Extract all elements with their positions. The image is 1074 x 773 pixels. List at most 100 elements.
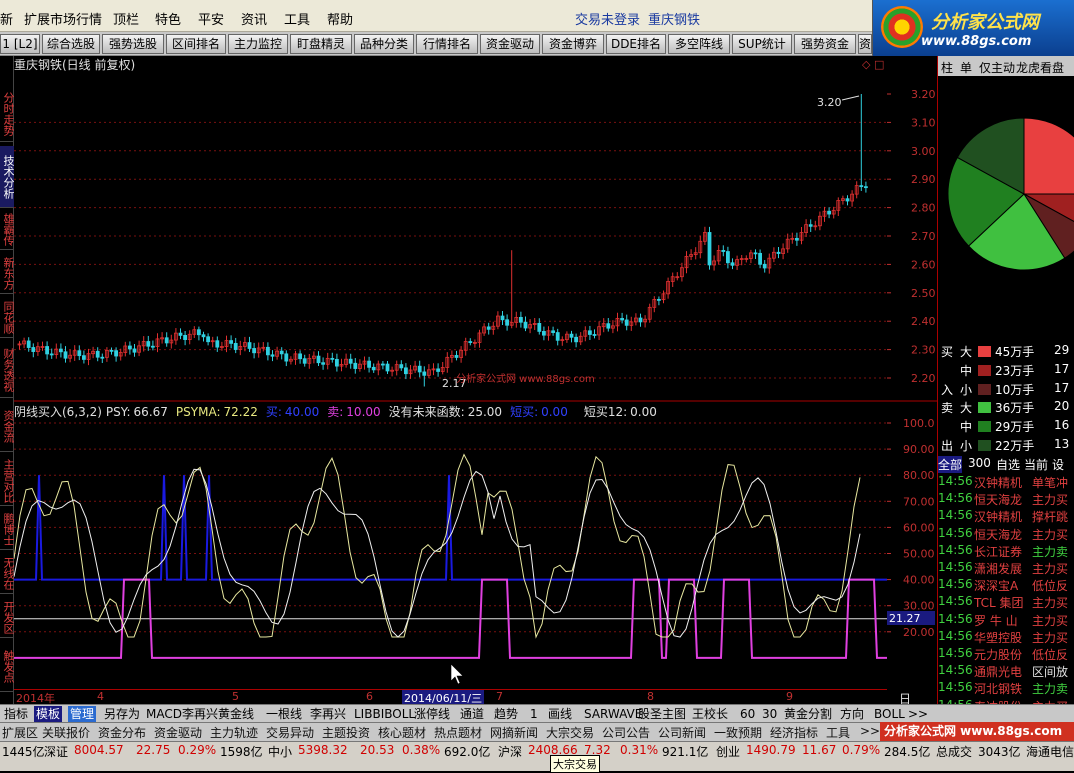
tick-row[interactable]: 14:56 恒天海龙 主力买 — [938, 526, 1074, 543]
tick-row[interactable]: 14:56 TCL 集团 主力买 — [938, 594, 1074, 611]
extension-tab[interactable]: 网摘新闻 — [490, 724, 538, 741]
left-tab[interactable]: 资金流 — [0, 402, 15, 452]
extension-tab[interactable]: 扩展区 — [2, 724, 38, 741]
candlestick — [592, 334, 597, 336]
extension-tab[interactable]: 大宗交易 — [546, 724, 594, 741]
extension-tab[interactable]: 热点题材 — [434, 724, 482, 741]
filter-tab-current[interactable]: 当前 — [1024, 456, 1048, 473]
chart-area[interactable]: 重庆钢铁(日线 前复权) 3.20 2.17 分析家公式网 www.88gs.c… — [13, 56, 887, 689]
left-tab[interactable]: 雄霸传 — [0, 210, 15, 250]
menu-item-top-bar[interactable]: 顶栏 — [113, 9, 139, 28]
extension-tab[interactable]: 公司公告 — [602, 724, 650, 741]
toolbar-button[interactable]: 资金驱动 — [480, 34, 540, 54]
left-tab[interactable]: 同花顺 — [0, 298, 15, 338]
toolbar-button-l2[interactable]: 1 [L2] — [0, 34, 40, 54]
kline-chart[interactable]: 重庆钢铁(日线 前复权) 3.20 2.17 分析家公式网 www.88gs.c… — [13, 56, 887, 689]
tick-row[interactable]: 14:56 潇湘发展 主力买 — [938, 560, 1074, 577]
tick-row[interactable]: 14:56 汉钟精机 撑杆跳 — [938, 508, 1074, 525]
extension-tab[interactable]: 交易异动 — [266, 724, 314, 741]
toolbar-button[interactable]: SUP统计 — [732, 34, 792, 54]
tick-stock-name[interactable]: 恒天海龙 — [974, 491, 1022, 508]
trade-login-status[interactable]: 交易未登录 — [575, 9, 640, 28]
chart-diamond-icon[interactable]: ◇ — [862, 58, 871, 71]
left-tab-active[interactable]: 技术分析 — [0, 146, 15, 208]
tick-stock-name[interactable]: 汉钟精机 — [974, 474, 1022, 491]
tab-single[interactable]: 单 — [960, 59, 972, 76]
extension-tab[interactable]: 经济指标 — [770, 724, 818, 741]
extension-tab[interactable]: 主题投资 — [322, 724, 370, 741]
left-tab[interactable]: 分时走势 — [0, 86, 15, 142]
tick-row[interactable]: 14:56 通鼎光电 区间放 — [938, 663, 1074, 680]
candlestick — [753, 252, 758, 255]
tick-row[interactable]: 14:56 恒天海龙 主力买 — [938, 491, 1074, 508]
time-label: 7 — [496, 690, 503, 703]
tab-active-only[interactable]: 仅主动 — [979, 59, 1015, 76]
tick-stock-name[interactable]: 元力股份 — [974, 646, 1022, 663]
tick-stock-name[interactable]: 潇湘发展 — [974, 560, 1022, 577]
left-tab[interactable]: 鹏博士 — [0, 510, 15, 550]
menu-item-extended-market[interactable]: 扩展市场行情 — [24, 9, 102, 28]
toolbar-button[interactable]: 多空阵线 — [668, 34, 730, 54]
left-tab[interactable]: 触发点 — [0, 642, 15, 692]
menu-item-new[interactable]: 新 — [0, 9, 13, 28]
left-tab[interactable]: 无线在 — [0, 554, 15, 594]
menu-item-help[interactable]: 帮助 — [327, 9, 353, 28]
menu-item-tools[interactable]: 工具 — [284, 9, 310, 28]
toolbar-button[interactable]: 综合选股 — [42, 34, 100, 54]
left-tab[interactable]: 开发区 — [0, 598, 15, 638]
candlestick — [265, 346, 270, 356]
menu-item-special[interactable]: 特色 — [155, 9, 181, 28]
left-tab[interactable]: 新东方 — [0, 254, 15, 294]
extension-tab[interactable]: 关联报价 — [42, 724, 90, 741]
tick-row[interactable]: 14:56 汉钟精机 单笔冲 — [938, 474, 1074, 491]
toolbar-button[interactable]: 行情排名 — [416, 34, 478, 54]
tick-stock-name[interactable]: 华塑控股 — [974, 629, 1022, 646]
filter-tab-watchlist[interactable]: 自选 — [996, 456, 1020, 473]
buy-extra: 29 — [1054, 343, 1070, 357]
tick-stock-name[interactable]: 河北钢铁 — [974, 680, 1022, 697]
toolbar-button[interactable]: 盯盘精灵 — [290, 34, 352, 54]
extension-tab[interactable]: 资金分布 — [98, 724, 146, 741]
extension-tab[interactable]: 工具 — [826, 724, 850, 741]
toolbar-button[interactable]: DDE排名 — [606, 34, 666, 54]
filter-tab-settings[interactable]: 设 — [1052, 456, 1064, 473]
toolbar-button[interactable]: 资 — [858, 34, 872, 54]
tick-row[interactable]: 14:56 华塑控股 主力买 — [938, 629, 1074, 646]
buy-extra: 17 — [1054, 381, 1070, 395]
filter-tab-all[interactable]: 全部 — [938, 456, 963, 473]
toolbar-button[interactable]: 强势资金 — [794, 34, 856, 54]
tick-stock-name[interactable]: 长江证券 — [974, 543, 1022, 560]
toolbar-button[interactable]: 品种分类 — [354, 34, 414, 54]
candlestick — [468, 341, 473, 343]
tab-dragon-tiger[interactable]: 龙虎看盘 — [1016, 59, 1064, 76]
extension-tab[interactable]: 核心题材 — [378, 724, 426, 741]
menu-item-pingan[interactable]: 平安 — [198, 9, 224, 28]
toolbar-button[interactable]: 资金博弈 — [542, 34, 604, 54]
menu-item-news[interactable]: 资讯 — [241, 9, 267, 28]
tick-stock-name[interactable]: 罗 牛 山 — [974, 612, 1018, 629]
extension-tab[interactable]: 主力轨迹 — [210, 724, 258, 741]
tick-stock-name[interactable]: 深深宝A — [974, 577, 1018, 594]
extension-tab[interactable]: >> — [860, 724, 880, 738]
tick-row[interactable]: 14:56 元力股份 低位反 — [938, 646, 1074, 663]
left-tab[interactable]: 财务透视 — [0, 342, 15, 398]
tick-stock-name[interactable]: 恒天海龙 — [974, 526, 1022, 543]
extension-tab[interactable]: 一致预期 — [714, 724, 762, 741]
extension-tab[interactable]: 资金驱动 — [154, 724, 202, 741]
filter-tab-300[interactable]: 300 — [968, 456, 991, 470]
tick-action: 主力买 — [1032, 493, 1069, 508]
tab-column[interactable]: 柱 — [941, 59, 953, 76]
toolbar-button[interactable]: 主力监控 — [228, 34, 288, 54]
tick-row[interactable]: 14:56 河北钢铁 主力卖 — [938, 680, 1074, 697]
left-tab[interactable]: 主营对比 — [0, 456, 15, 506]
tick-row[interactable]: 14:56 长江证券 主力卖 — [938, 543, 1074, 560]
tick-stock-name[interactable]: TCL 集团 — [974, 594, 1024, 611]
extension-tab[interactable]: 公司新闻 — [658, 724, 706, 741]
tick-stock-name[interactable]: 通鼎光电 — [974, 663, 1022, 680]
toolbar-button[interactable]: 强势选股 — [102, 34, 164, 54]
chart-maximize-icon[interactable]: □ — [874, 58, 884, 71]
tick-row[interactable]: 14:56 深深宝A 低位反 — [938, 577, 1074, 594]
toolbar-button[interactable]: 区间排名 — [166, 34, 226, 54]
tick-row[interactable]: 14:56 罗 牛 山主力买 — [938, 612, 1074, 629]
tick-stock-name[interactable]: 汉钟精机 — [974, 508, 1022, 525]
